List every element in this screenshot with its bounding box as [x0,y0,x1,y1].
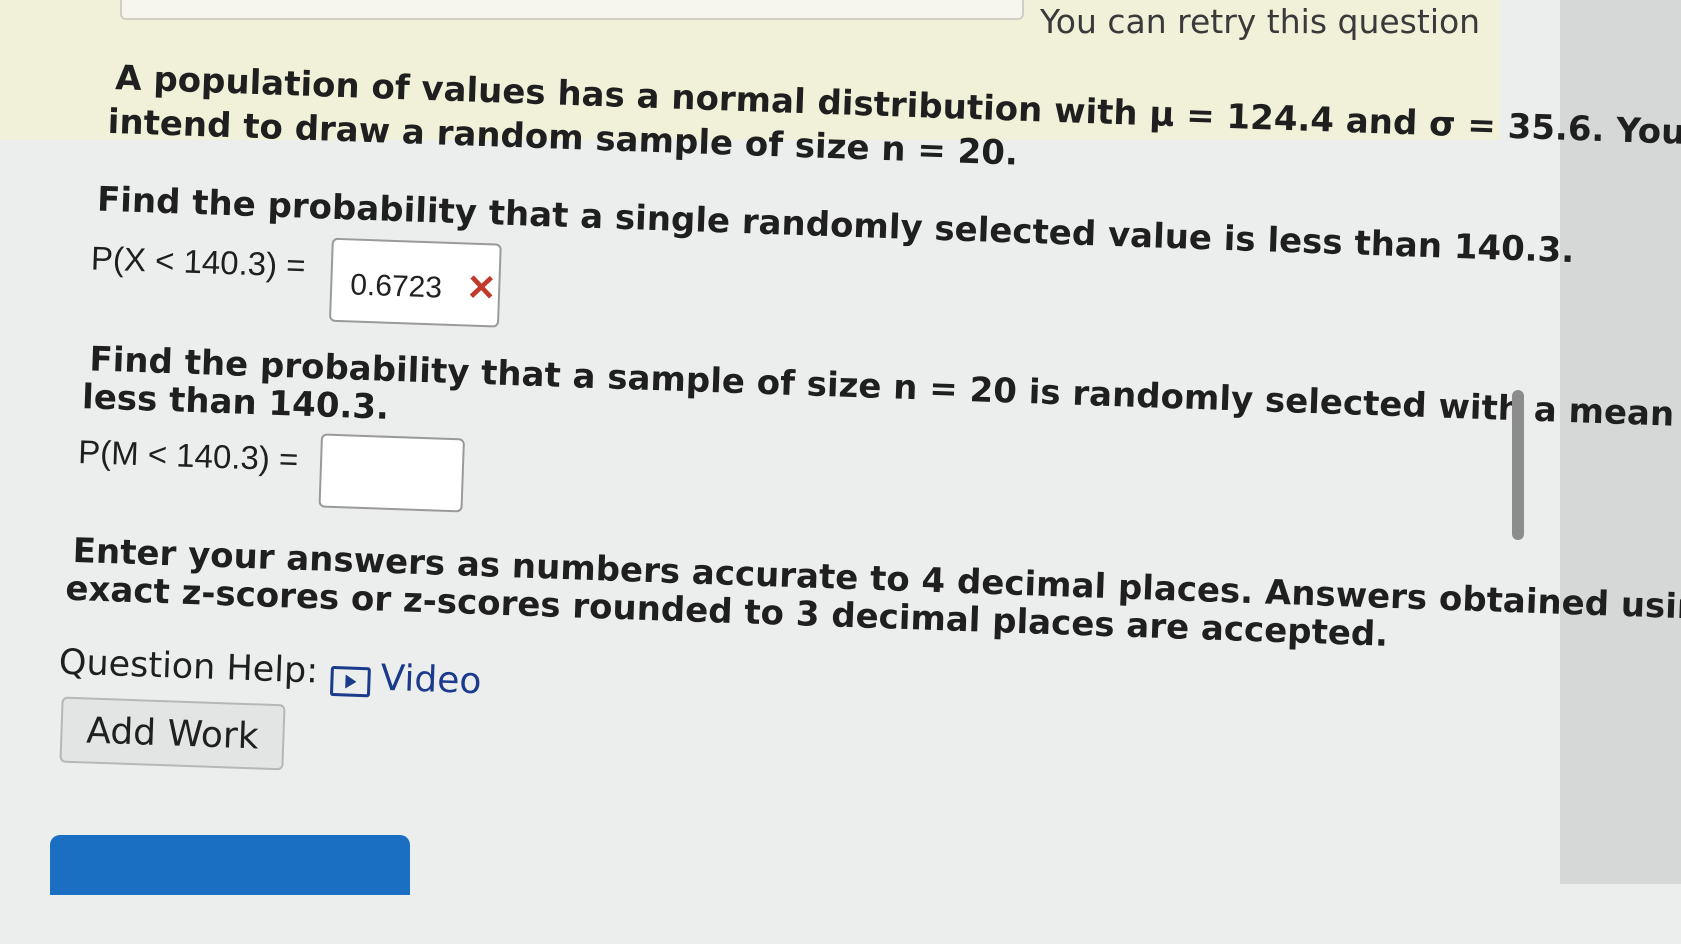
part1-answer-field[interactable]: 0.6723 ✕ [328,237,502,328]
add-work-button[interactable]: Add Work [59,696,286,771]
video-link[interactable]: Video [380,658,482,702]
part1-prompt: Find the probability that a single rando… [96,179,1575,272]
question-help-label: Question Help: [58,642,319,692]
play-video-icon[interactable] [329,665,371,698]
submit-button-bar[interactable] [50,835,410,895]
part2-answer-field[interactable] [318,433,465,513]
part2-label: P(M < 140.3) = [77,433,299,478]
incorrect-icon: ✕ [465,266,498,309]
question-area: A population of values has a normal dist… [0,0,1681,942]
part1-answer-value: 0.6723 [349,268,443,305]
retry-message: You can retry this question [1040,2,1481,41]
scrollbar-thumb[interactable] [1512,390,1524,540]
part2-prompt-line-2: less than 140.3. [81,377,390,428]
part1-label: P(X < 140.3) = [90,239,307,284]
